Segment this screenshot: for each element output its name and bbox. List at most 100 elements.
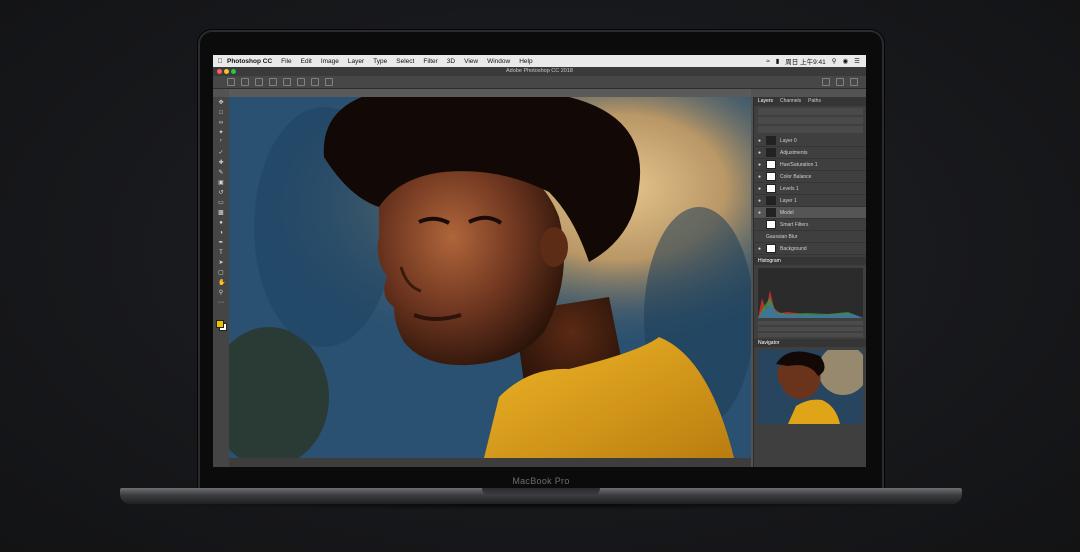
- more-tools-icon[interactable]: ⋯: [218, 300, 224, 306]
- navigator-panel-header[interactable]: Navigator: [754, 339, 866, 347]
- shape-tool-icon[interactable]: ▢: [218, 270, 224, 276]
- align-right-icon[interactable]: [297, 78, 305, 86]
- zoom-window-icon[interactable]: [231, 69, 236, 74]
- type-tool-icon[interactable]: T: [218, 250, 224, 256]
- folder-icon: [766, 148, 776, 157]
- visibility-icon[interactable]: ●: [758, 150, 762, 156]
- tools-panel: ✥ □ ∞ ✦ ⌜ ✓ ✚ ✎ ▣ ↺ ▭ ▩ ● ◑ ✒ T ➤ ▢ ✋ ⚲ …: [213, 97, 230, 467]
- blur-tool-icon[interactable]: ●: [218, 220, 224, 226]
- window-controls: [217, 69, 236, 74]
- menu-file[interactable]: File: [281, 58, 291, 65]
- visibility-icon[interactable]: ●: [758, 138, 762, 144]
- layer-row[interactable]: ● Layer 0: [754, 135, 866, 147]
- status-bar: [229, 458, 751, 467]
- layer-row[interactable]: ● Levels 1: [754, 183, 866, 195]
- menu-type[interactable]: Type: [373, 58, 387, 65]
- blend-mode-row[interactable]: [758, 117, 863, 124]
- layer-row[interactable]: Gaussian Blur: [754, 231, 866, 243]
- marquee-tool-icon[interactable]: □: [218, 110, 224, 116]
- tab-paths[interactable]: Paths: [808, 97, 821, 106]
- visibility-icon[interactable]: ●: [758, 246, 762, 252]
- histogram-graph: [758, 268, 863, 318]
- menu-help[interactable]: Help: [519, 58, 532, 65]
- 3d-mode-icon[interactable]: [325, 78, 333, 86]
- auto-select-icon[interactable]: [241, 78, 249, 86]
- close-window-icon[interactable]: [217, 69, 222, 74]
- clock-text[interactable]: 周日 上午9:41: [785, 56, 825, 66]
- zoom-tool-icon[interactable]: ⚲: [218, 290, 224, 296]
- visibility-icon[interactable]: ●: [758, 174, 762, 180]
- tool-preset-icon[interactable]: [227, 78, 235, 86]
- apple-icon[interactable]: : [213, 58, 227, 65]
- menu-select[interactable]: Select: [396, 58, 414, 65]
- menu-window[interactable]: Window: [487, 58, 510, 65]
- hand-tool-icon[interactable]: ✋: [218, 280, 225, 286]
- tab-layers[interactable]: Layers: [758, 97, 773, 106]
- quick-select-tool-icon[interactable]: ✦: [218, 130, 224, 136]
- menu-layer[interactable]: Layer: [348, 58, 364, 65]
- gradient-tool-icon[interactable]: ▩: [218, 210, 224, 216]
- history-brush-tool-icon[interactable]: ↺: [218, 190, 224, 196]
- visibility-icon[interactable]: ●: [758, 210, 762, 216]
- battery-icon[interactable]: ▮: [776, 57, 780, 65]
- tab-channels[interactable]: Channels: [780, 97, 801, 106]
- share-icon[interactable]: [850, 78, 858, 86]
- foreground-color-swatch[interactable]: [216, 320, 224, 328]
- layer-name: Background: [780, 245, 807, 252]
- layer-row[interactable]: ● Model: [754, 207, 866, 219]
- layer-name: Color Balance: [780, 173, 812, 180]
- menu-bar:  Photoshop CC File Edit Image Layer Typ…: [213, 55, 866, 67]
- menu-app-name[interactable]: Photoshop CC: [227, 58, 272, 65]
- menu-filter[interactable]: Filter: [423, 58, 437, 65]
- layer-thumbnail: [766, 220, 776, 229]
- eyedropper-tool-icon[interactable]: ✓: [218, 150, 224, 156]
- lock-row[interactable]: [758, 126, 863, 133]
- document-tab[interactable]: [229, 89, 751, 97]
- layer-name: Adjustments: [780, 149, 808, 156]
- layer-row[interactable]: ● Hue/Saturation 1: [754, 159, 866, 171]
- layer-row[interactable]: ● Adjustments: [754, 147, 866, 159]
- align-center-icon[interactable]: [283, 78, 291, 86]
- workspace-icon[interactable]: [836, 78, 844, 86]
- layer-row[interactable]: ● Layer 1: [754, 195, 866, 207]
- brush-tool-icon[interactable]: ✎: [218, 170, 224, 176]
- layer-row[interactable]: ● Color Balance: [754, 171, 866, 183]
- minimize-window-icon[interactable]: [224, 69, 229, 74]
- search-tool-icon[interactable]: [822, 78, 830, 86]
- dodge-tool-icon[interactable]: ◑: [218, 230, 224, 236]
- pen-tool-icon[interactable]: ✒: [218, 240, 224, 246]
- path-select-tool-icon[interactable]: ➤: [218, 260, 224, 266]
- histogram-stats-line: [758, 333, 863, 337]
- menu-3d[interactable]: 3D: [447, 58, 455, 65]
- transform-controls-icon[interactable]: [255, 78, 263, 86]
- navigator-preview[interactable]: [758, 350, 863, 424]
- visibility-icon[interactable]: ●: [758, 198, 762, 204]
- histogram-panel-header[interactable]: Histogram: [754, 257, 866, 265]
- search-icon[interactable]: ⚲: [832, 57, 837, 65]
- menu-status-area: ≈ ▮ 周日 上午9:41 ⚲ ◉ ☰: [766, 56, 866, 67]
- distribute-icon[interactable]: [311, 78, 319, 86]
- align-left-icon[interactable]: [269, 78, 277, 86]
- layer-thumbnail: [766, 184, 776, 193]
- healing-tool-icon[interactable]: ✚: [218, 160, 224, 166]
- clone-stamp-tool-icon[interactable]: ▣: [218, 180, 224, 186]
- layer-row[interactable]: ● Background: [754, 243, 866, 255]
- layer-row[interactable]: Smart Filters: [754, 219, 866, 231]
- notification-center-icon[interactable]: ☰: [854, 57, 860, 65]
- menu-edit[interactable]: Edit: [301, 58, 312, 65]
- lasso-tool-icon[interactable]: ∞: [218, 120, 224, 126]
- eraser-tool-icon[interactable]: ▭: [218, 200, 224, 206]
- crop-tool-icon[interactable]: ⌜: [218, 140, 224, 146]
- image-canvas[interactable]: [229, 97, 751, 458]
- layer-filter-row[interactable]: [758, 108, 863, 115]
- visibility-icon[interactable]: ●: [758, 162, 762, 168]
- histogram-stats-line: [758, 327, 863, 331]
- layer-thumbnail: [766, 136, 776, 145]
- menu-view[interactable]: View: [464, 58, 478, 65]
- siri-icon[interactable]: ◉: [843, 57, 849, 65]
- right-panels: Layers Channels Paths ● Layer 0 ● Adjustme…: [753, 97, 866, 467]
- wifi-icon[interactable]: ≈: [766, 58, 770, 65]
- menu-image[interactable]: Image: [321, 58, 339, 65]
- visibility-icon[interactable]: ●: [758, 186, 762, 192]
- move-tool-icon[interactable]: ✥: [218, 100, 224, 106]
